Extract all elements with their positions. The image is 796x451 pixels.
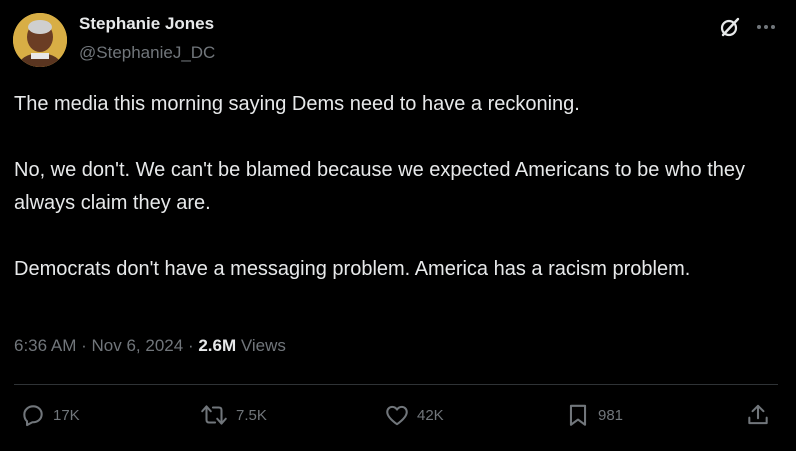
repost-icon bbox=[201, 405, 227, 425]
divider bbox=[14, 384, 778, 385]
tweet-card: Stephanie Jones @StephanieJ_DC The media… bbox=[0, 0, 796, 451]
tweet-meta: 6:36 AM · Nov 6, 2024 · 2.6M Views bbox=[14, 336, 286, 356]
bookmark-icon bbox=[569, 404, 587, 426]
meta-separator: · bbox=[81, 336, 87, 355]
reply-button[interactable]: 17K bbox=[20, 401, 80, 429]
meta-separator: · bbox=[187, 336, 194, 355]
reply-icon bbox=[23, 405, 43, 427]
tweet-date[interactable]: Nov 6, 2024 bbox=[92, 336, 184, 355]
reply-count: 17K bbox=[53, 406, 80, 424]
display-name[interactable]: Stephanie Jones bbox=[79, 14, 214, 34]
avatar-image bbox=[13, 13, 67, 67]
share-icon bbox=[748, 404, 768, 425]
bookmark-button[interactable]: 981 bbox=[565, 401, 623, 429]
bookmark-count: 981 bbox=[598, 406, 624, 424]
tweet-paragraph: Democrats don't have a messaging problem… bbox=[14, 258, 691, 280]
heart-icon bbox=[386, 405, 408, 426]
tweet-paragraph: No, we don't. We can't be blamed because… bbox=[14, 159, 746, 214]
tweet-paragraph: The media this morning saying Dems need … bbox=[14, 93, 580, 115]
tweet-text: The media this morning saying Dems need … bbox=[14, 88, 784, 286]
views-count[interactable]: 2.6M bbox=[198, 336, 236, 355]
grok-icon[interactable] bbox=[717, 14, 743, 40]
share-button[interactable] bbox=[745, 401, 771, 429]
avatar[interactable] bbox=[13, 13, 67, 67]
repost-count: 7.5K bbox=[236, 406, 267, 424]
user-handle[interactable]: @StephanieJ_DC bbox=[79, 43, 215, 63]
like-count: 42K bbox=[417, 406, 444, 424]
repost-button[interactable]: 7.5K bbox=[199, 401, 267, 429]
like-button[interactable]: 42K bbox=[384, 401, 444, 429]
more-icon[interactable] bbox=[753, 14, 779, 40]
tweet-time[interactable]: 6:36 AM bbox=[14, 336, 76, 355]
views-label: Views bbox=[240, 336, 286, 355]
